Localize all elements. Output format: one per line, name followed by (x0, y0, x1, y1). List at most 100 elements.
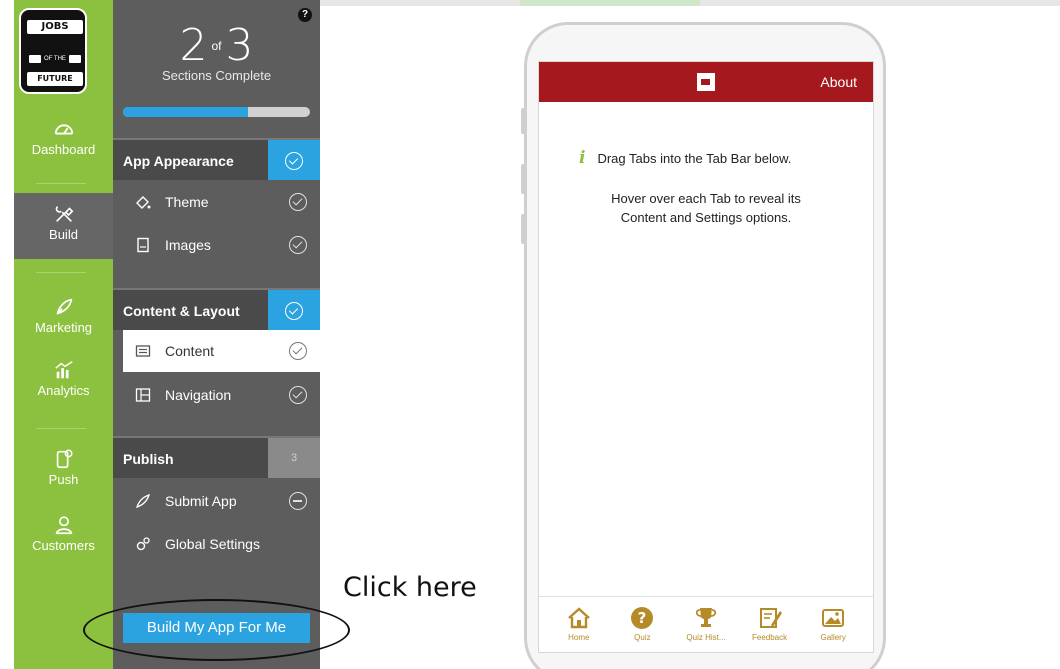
phone-side-button (521, 214, 526, 244)
hint-line: Content and Settings options. (620, 210, 792, 225)
progress-bar-fill (123, 107, 249, 117)
sidebar-item-label: Images (165, 237, 211, 253)
nav-divider (36, 272, 86, 273)
sidebar-item-label: Theme (165, 194, 209, 210)
sidebar-item-content[interactable]: Content (123, 330, 320, 372)
progress-of: of (211, 38, 222, 53)
nav-item-build[interactable]: Build (14, 193, 113, 259)
question-icon: ? (631, 607, 654, 629)
build-sidebar: ? 2 of3 Sections Complete App Appearance … (113, 0, 320, 669)
nav-label-build: Build (49, 227, 78, 242)
nav-label-dashboard: Dashboard (31, 142, 96, 157)
tab-home[interactable]: Home (549, 597, 609, 652)
hint-line: Hover over each Tab to reveal its (611, 191, 801, 206)
nav-divider (36, 428, 86, 429)
paint-bucket-icon (136, 196, 151, 209)
app-header: About (539, 62, 873, 102)
nav-item-push[interactable]: Push (14, 448, 113, 498)
svg-text:?: ? (638, 609, 647, 627)
nav-label-marketing: Marketing (34, 320, 93, 335)
sidebar-item-label: Submit App (165, 493, 237, 509)
section-content-layout[interactable]: Content & Layout (113, 288, 320, 330)
tab-label: Quiz Hist... (686, 633, 726, 642)
rocket-icon (55, 298, 72, 315)
progress-completed: 2 (179, 20, 208, 71)
phone-side-button (521, 108, 526, 134)
section-publish[interactable]: Publish 3 (113, 436, 320, 478)
tab-quiz-history[interactable]: Quiz Hist... (676, 597, 736, 652)
sidebar-item-label: Content (165, 343, 215, 359)
tab-quiz[interactable]: ? Quiz (612, 597, 672, 652)
progress-bar (123, 107, 310, 117)
nav-item-analytics[interactable]: Analytics (14, 359, 113, 409)
check-circle-icon (289, 236, 307, 254)
progress-counter: 2 of3 (113, 20, 320, 71)
check-circle-icon (289, 386, 307, 404)
analytics-chart-icon (54, 361, 73, 379)
section-number-badge: 3 (268, 438, 320, 478)
jobs-of-the-future-logo[interactable]: JOBS OF THE FUTURE (19, 8, 87, 94)
nav-item-dashboard[interactable]: Dashboard (14, 118, 113, 176)
gallery-image-icon (822, 609, 845, 627)
sidebar-item-images[interactable]: Images (113, 224, 320, 266)
nav-label-analytics: Analytics (37, 383, 90, 398)
rocket-icon (135, 493, 151, 509)
navigation-layout-icon (135, 388, 151, 402)
tab-feedback[interactable]: Feedback (740, 597, 800, 652)
check-circle-icon (285, 152, 303, 171)
home-icon (567, 607, 590, 629)
logo-text-top: JOBS (27, 20, 83, 34)
logo-mid-row: OF THE (27, 52, 83, 66)
section-complete-badge (268, 140, 320, 180)
hint-text: Hover over each Tab to reveal its Conten… (539, 189, 873, 227)
content-list-icon (135, 345, 151, 357)
feedback-pencil-icon (759, 608, 782, 628)
nav-label-customers: Customers (32, 538, 95, 553)
tab-label: Gallery (820, 633, 846, 642)
tab-bar: Home ? Quiz Quiz Hist... Feedback Galler… (539, 596, 873, 652)
about-link[interactable]: About (820, 62, 857, 102)
annotation-text: Click here (343, 572, 477, 603)
sidebar-item-label: Global Settings (165, 536, 260, 552)
sidebar-item-theme[interactable]: Theme (113, 181, 320, 223)
top-border-accent (520, 0, 700, 6)
section-complete-badge (268, 290, 320, 330)
check-circle-icon (285, 302, 303, 321)
tab-label: Quiz (634, 633, 651, 642)
nav-label-push: Push (48, 472, 79, 487)
primary-nav: JOBS OF THE FUTURE Dashboard Build Marke… (14, 0, 113, 669)
tab-label: Home (568, 633, 590, 642)
phone-side-button (521, 164, 526, 194)
customers-user-icon (55, 516, 72, 535)
image-file-icon (137, 237, 149, 253)
annotation-ellipse (83, 599, 350, 661)
nav-divider (36, 183, 86, 184)
check-circle-icon (289, 193, 307, 211)
sidebar-item-navigation[interactable]: Navigation (113, 374, 320, 416)
dashboard-gauge-icon (54, 124, 73, 135)
instruction-text: i Drag Tabs into the Tab Bar below. (579, 148, 791, 168)
sidebar-item-label: Navigation (165, 387, 232, 403)
gears-icon (136, 537, 150, 551)
app-logo-icon (697, 73, 715, 91)
app-builder-screen: JOBS OF THE FUTURE Dashboard Build Marke… (0, 0, 1060, 669)
push-phone-icon (56, 449, 73, 469)
progress-label: Sections Complete (161, 68, 272, 83)
section-title: Publish (123, 451, 174, 467)
sidebar-item-submit-app[interactable]: Submit App (113, 480, 320, 522)
build-tools-icon (55, 206, 73, 222)
minus-circle-icon (289, 492, 307, 510)
trophy-icon (695, 608, 717, 627)
section-title: App Appearance (123, 153, 234, 169)
nav-item-marketing[interactable]: Marketing (14, 296, 113, 342)
tab-gallery[interactable]: Gallery (803, 597, 863, 652)
nav-item-customers[interactable]: Customers (14, 514, 113, 564)
instruction-label: Drag Tabs into the Tab Bar below. (597, 151, 792, 166)
section-app-appearance[interactable]: App Appearance (113, 138, 320, 180)
tab-label: Feedback (752, 633, 788, 642)
section-title: Content & Layout (123, 303, 240, 319)
progress-total: 3 (225, 20, 254, 71)
logo-text-mid: OF THE (44, 56, 66, 62)
sidebar-item-global-settings[interactable]: Global Settings (113, 523, 320, 565)
info-icon: i (579, 148, 586, 168)
